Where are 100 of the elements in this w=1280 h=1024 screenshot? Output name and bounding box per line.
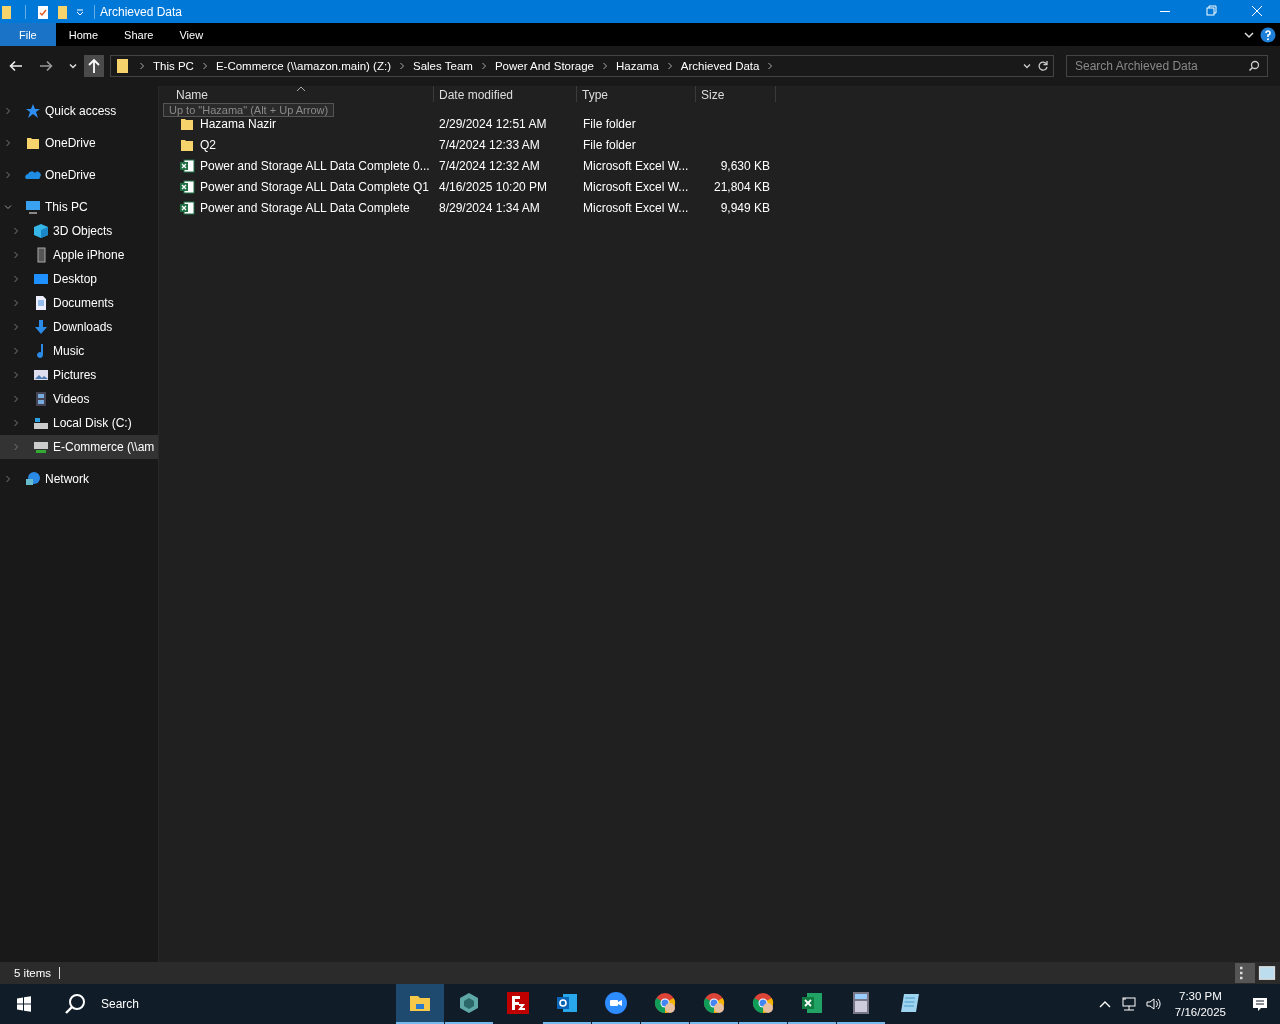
file-name: Q2 (200, 137, 216, 152)
chevron-down-icon[interactable] (1022, 61, 1032, 71)
spreadsheet-icon (800, 991, 824, 1015)
sidebar-item[interactable]: E-Commerce (\\am (0, 435, 158, 459)
sort-ascending-icon[interactable] (296, 86, 306, 92)
ribbon-tab[interactable]: Home (55, 23, 112, 46)
chevron-right-icon[interactable] (200, 62, 209, 70)
chevron-right-icon[interactable] (398, 62, 406, 70)
ribbon-tab[interactable]: File (0, 23, 56, 46)
file-name: Power and Storage ALL Data Complete Q1 (200, 179, 430, 194)
date-modified: 2/29/2024 12:51 AM (439, 116, 547, 131)
breadcrumb[interactable]: Power And Storage (494, 60, 594, 72)
file-type: File folder (583, 116, 636, 131)
browser-icon (751, 991, 775, 1015)
time: 7:30 PM (1179, 989, 1222, 1004)
folder-icon (115, 58, 131, 74)
forward-arrow-icon[interactable] (38, 58, 54, 74)
sidebar-item[interactable]: Desktop (0, 267, 158, 291)
tooltip: Up to "Hazama" (Alt + Up Arrow) (163, 103, 335, 117)
breadcrumb[interactable]: Sales Team (413, 60, 473, 72)
sidebar-item[interactable]: Local Disk (C:) (0, 411, 158, 435)
date-modified: 4/16/2025 10:20 PM (439, 179, 548, 194)
film-icon (33, 391, 49, 407)
search-field[interactable]: Search Archieved Data (1066, 55, 1268, 77)
spreadsheet-icon (179, 178, 195, 195)
details-view-icon[interactable] (1235, 963, 1255, 983)
file-size: 9,630 KB (720, 158, 770, 173)
filezilla-icon (506, 991, 530, 1015)
sidebar-item[interactable]: Documents (0, 291, 158, 315)
file-type: Microsoft Excel W... (583, 179, 689, 194)
properties-icon[interactable] (35, 3, 51, 20)
chevron-right-icon[interactable] (665, 62, 674, 70)
file-size: 9,949 KB (720, 200, 770, 215)
ribbon-tab[interactable]: Share (111, 23, 167, 46)
file-type: File folder (583, 137, 636, 152)
taskbar-app[interactable] (396, 984, 444, 1024)
sidebar-item[interactable]: OneDrive (0, 131, 158, 155)
chevron-down-icon[interactable] (1244, 29, 1254, 40)
spreadsheet-icon (179, 157, 195, 174)
volume-icon[interactable] (1144, 996, 1161, 1012)
help-icon[interactable] (1260, 26, 1276, 43)
column-header[interactable]: Date modified (433, 86, 577, 102)
sidebar-item[interactable]: Videos (0, 387, 158, 411)
window-title: Archieved Data (100, 4, 183, 19)
breadcrumb[interactable]: Archieved Data (680, 60, 760, 72)
network-drive-icon (33, 439, 49, 455)
dropdown-icon[interactable] (75, 6, 85, 17)
date-modified: 7/4/2024 12:32 AM (439, 158, 540, 173)
large-icons-view-icon[interactable] (1257, 963, 1277, 983)
column-header[interactable]: Size (696, 86, 776, 102)
breadcrumb[interactable]: This PC (153, 60, 194, 72)
chevron-right-icon[interactable] (766, 62, 775, 70)
notification-icon[interactable] (1252, 996, 1268, 1012)
monitor-icon (25, 199, 41, 215)
sidebar-item[interactable]: Network (0, 467, 158, 491)
network-icon[interactable] (1120, 996, 1137, 1012)
picture-icon (33, 367, 49, 383)
download-arrow-icon (33, 319, 49, 335)
breadcrumb[interactable]: E-Commerce (\\amazon.main) (Z:) (215, 60, 391, 72)
breadcrumb[interactable]: Hazama (616, 60, 659, 72)
windows-logo-icon[interactable] (16, 996, 32, 1012)
search-box[interactable]: Search (49, 984, 363, 1024)
ribbon-tab[interactable]: View (166, 23, 217, 46)
sidebar-item[interactable]: This PC (0, 195, 158, 219)
disk-drive-icon (33, 415, 49, 431)
search-icon (1248, 60, 1260, 72)
sidebar-item[interactable]: OneDrive (0, 163, 158, 187)
sidebar-item[interactable]: Quick access (0, 99, 158, 123)
sidebar-item[interactable]: Downloads (0, 315, 158, 339)
file-size: 21,804 KB (713, 179, 770, 194)
chevron-right-icon[interactable] (479, 62, 488, 70)
address-bar[interactable]: This PC E-Commerce (\\amazon.main) (Z:) Sales Team Power And Storage Hazama Archieved Data (110, 55, 1054, 77)
browser-icon (653, 991, 677, 1015)
file-name: Power and Storage ALL Data Complete (200, 200, 410, 215)
date-modified: 7/4/2024 12:33 AM (439, 137, 540, 152)
browser-icon (702, 991, 726, 1015)
back-arrow-icon[interactable] (8, 58, 24, 74)
file-type: Microsoft Excel W... (583, 158, 689, 173)
column-header[interactable]: Name (171, 86, 433, 102)
globe-network-icon (25, 471, 41, 487)
chevron-down-icon[interactable] (68, 61, 78, 71)
hexagon-icon (457, 991, 481, 1015)
folder-icon (25, 135, 41, 151)
mail-app-icon (555, 991, 579, 1015)
clock[interactable]: 7:30 PM 7/16/2025 (1174, 988, 1226, 1020)
sidebar-item[interactable]: 3D Objects (0, 219, 158, 243)
chevron-right-icon[interactable] (138, 62, 146, 70)
sidebar-item[interactable]: Music (0, 339, 158, 363)
refresh-icon[interactable] (1037, 60, 1049, 72)
spreadsheet-icon (179, 199, 195, 216)
cube-icon (33, 223, 49, 239)
date-modified: 8/29/2024 1:34 AM (439, 200, 540, 215)
video-call-icon (604, 991, 628, 1015)
file-name: Hazama Nazir (200, 116, 277, 131)
sidebar-item[interactable]: Apple iPhone (0, 243, 158, 267)
search-icon (63, 992, 87, 1016)
item-count: 5 items (14, 967, 52, 979)
column-header[interactable]: Type (577, 86, 696, 102)
sidebar-item[interactable]: Pictures (0, 363, 158, 387)
chevron-right-icon[interactable] (601, 62, 609, 70)
